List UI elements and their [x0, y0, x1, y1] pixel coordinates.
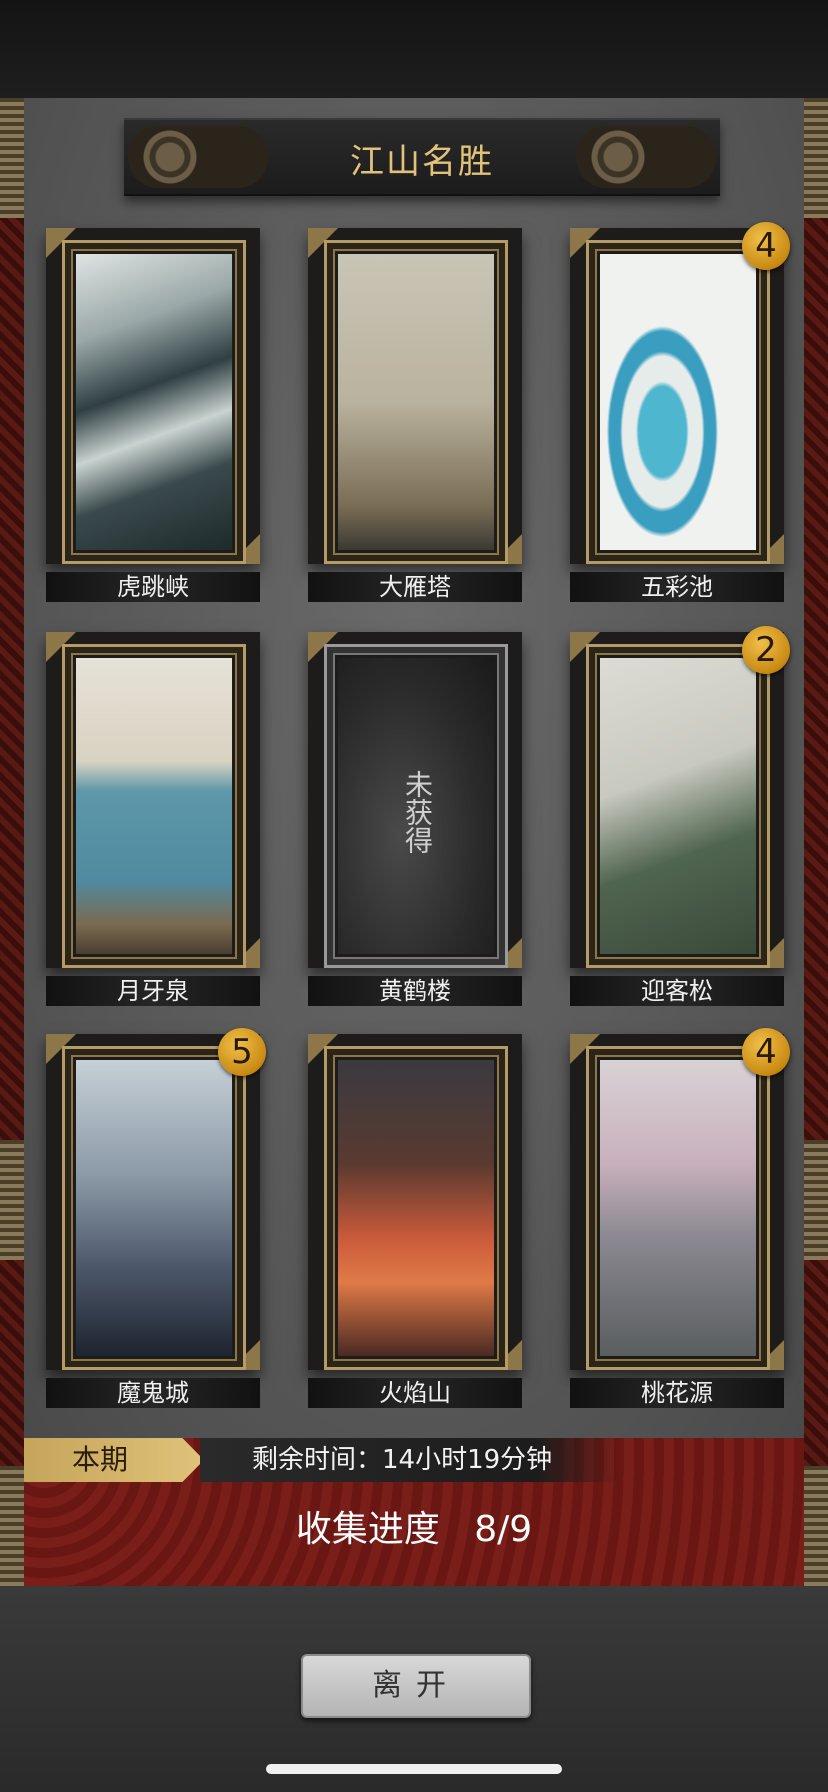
card-label: 黄鹤楼 — [308, 976, 522, 1006]
scenic-card[interactable]: 桃花源 4 — [570, 1028, 790, 1414]
card-frame — [62, 644, 246, 968]
card-frame — [586, 1046, 770, 1370]
scenic-card[interactable]: 虎跳峡 — [46, 228, 260, 608]
time-remaining: 剩余时间：14小时19分钟 — [200, 1438, 620, 1482]
card-label: 虎跳峡 — [46, 572, 260, 602]
card-label: 桃花源 — [570, 1378, 784, 1408]
scenic-card[interactable]: 五彩池 4 — [570, 222, 790, 608]
right-top-ornament — [804, 98, 828, 218]
card-artwork — [600, 254, 756, 550]
progress-value: 8/9 — [474, 1509, 533, 1550]
scenic-card[interactable]: 火焰山 — [308, 1034, 522, 1414]
card-label: 火焰山 — [308, 1378, 522, 1408]
card-frame — [62, 1046, 246, 1370]
period-footer: 本期 剩余时间：14小时19分钟 收集进度 8/9 — [24, 1438, 804, 1586]
locked-text: 未获得 — [401, 770, 434, 854]
scenic-card[interactable]: 大雁塔 — [308, 228, 522, 608]
right-bottom-ornament — [804, 1466, 828, 1586]
card-label: 五彩池 — [570, 572, 784, 602]
right-pattern-border — [804, 98, 828, 1586]
card-label: 月牙泉 — [46, 976, 260, 1006]
card-frame: 未获得 — [324, 644, 508, 968]
card-artwork — [76, 1060, 232, 1356]
period-tag: 本期 — [24, 1438, 204, 1482]
card-frame — [586, 240, 770, 564]
card-artwork — [338, 254, 494, 550]
left-pattern-border — [0, 98, 24, 1586]
home-indicator[interactable] — [266, 1764, 562, 1774]
card-frame — [62, 240, 246, 564]
card-artwork — [76, 658, 232, 954]
card-artwork — [600, 658, 756, 954]
progress-label: 收集进度 — [295, 1509, 440, 1550]
scenic-card[interactable]: 迎客松 2 — [570, 626, 790, 1012]
page-title: 江山名胜 — [350, 142, 494, 182]
scenic-card[interactable]: 月牙泉 — [46, 632, 260, 1012]
card-frame — [586, 644, 770, 968]
card-label: 迎客松 — [570, 976, 784, 1006]
left-top-ornament — [0, 98, 24, 218]
card-frame — [324, 240, 508, 564]
count-badge: 4 — [742, 1028, 790, 1076]
card-artwork — [76, 254, 232, 550]
card-artwork — [600, 1060, 756, 1356]
scenic-card[interactable]: 魔鬼城 5 — [46, 1028, 266, 1414]
left-mid-ornament — [0, 1140, 24, 1260]
title-banner: 江山名胜 — [124, 118, 720, 196]
scenic-card[interactable]: 未获得 黄鹤楼 — [308, 632, 522, 1012]
count-badge: 5 — [218, 1028, 266, 1076]
leave-button[interactable]: 离开 — [301, 1654, 531, 1718]
card-frame — [324, 1046, 508, 1370]
count-badge: 4 — [742, 222, 790, 270]
right-mid-ornament — [804, 1140, 828, 1260]
left-bottom-ornament — [0, 1466, 24, 1586]
collection-progress: 收集进度 8/9 — [24, 1500, 804, 1552]
count-badge: 2 — [742, 626, 790, 674]
card-label: 魔鬼城 — [46, 1378, 260, 1408]
card-label: 大雁塔 — [308, 572, 522, 602]
card-artwork — [338, 1060, 494, 1356]
top-bar — [0, 0, 828, 98]
